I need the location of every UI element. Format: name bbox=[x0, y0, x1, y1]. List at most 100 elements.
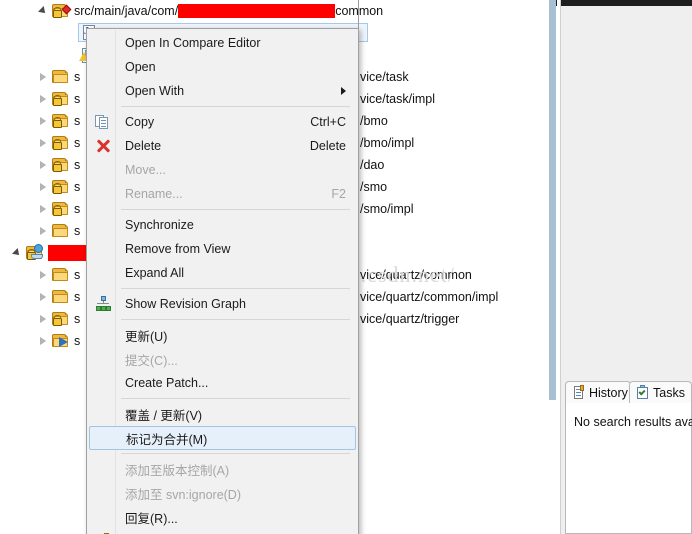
folder-locked-changed-icon bbox=[52, 4, 72, 18]
menu-item-label: 标记为合并(M) bbox=[126, 432, 208, 447]
tree-row-suffix: /bmo bbox=[360, 114, 388, 128]
redacted-block bbox=[178, 4, 336, 18]
menu-item[interactable]: Remove from View bbox=[87, 237, 358, 261]
menu-item-shortcut: Ctrl+C bbox=[310, 115, 346, 129]
tree-row-suffix: /smo bbox=[360, 180, 388, 194]
delete-icon bbox=[95, 138, 111, 154]
expand-arrow-icon[interactable] bbox=[38, 6, 49, 17]
eclipse-window: src/main/java/com/ common J J svice/task… bbox=[0, 0, 692, 534]
menu-item-shortcut: F2 bbox=[331, 187, 346, 201]
menu-item[interactable]: Copy Ctrl+C bbox=[87, 110, 358, 134]
menu-item-label: Rename... bbox=[125, 187, 183, 201]
menu-separator bbox=[121, 288, 350, 289]
expand-arrow-icon[interactable] bbox=[38, 94, 49, 105]
menu-item-label: Move... bbox=[125, 163, 166, 177]
folder-icon bbox=[52, 268, 69, 282]
tree-row-label: s bbox=[74, 290, 81, 304]
menu-item[interactable]: Open In Compare Editor bbox=[87, 31, 358, 55]
menu-item-label: Remove from View bbox=[125, 242, 231, 256]
folder-icon bbox=[52, 70, 69, 84]
expand-arrow-icon[interactable] bbox=[12, 248, 23, 259]
menu-item-label: Create Patch... bbox=[125, 376, 209, 390]
menu-item[interactable]: Delete Delete bbox=[87, 134, 358, 158]
menu-item-label: 覆盖 / 更新(V) bbox=[125, 408, 203, 423]
menu-separator bbox=[121, 319, 350, 320]
folder-locked-icon bbox=[52, 92, 69, 106]
tree-row-label: s bbox=[74, 312, 81, 326]
menu-item[interactable]: Show Revision Graph bbox=[87, 292, 358, 316]
expand-arrow-icon[interactable] bbox=[38, 138, 49, 149]
expand-arrow-icon[interactable] bbox=[38, 204, 49, 215]
menu-item-label: Synchronize bbox=[125, 218, 194, 232]
folder-icon bbox=[52, 224, 69, 238]
menu-item-label: Open bbox=[125, 60, 156, 74]
tree-row-label: src/main/java/com/ bbox=[74, 4, 179, 18]
history-icon bbox=[572, 384, 585, 400]
menu-item[interactable]: 在资源历史记录中显示(H) bbox=[87, 529, 358, 534]
folder-locked-icon bbox=[52, 180, 69, 194]
tab-tasks[interactable]: Tasks bbox=[629, 381, 692, 403]
folder-locked-icon bbox=[52, 202, 69, 216]
menu-item-label: Delete bbox=[125, 139, 162, 153]
menu-item-shortcut: Delete bbox=[309, 139, 346, 153]
menu-item[interactable]: Expand All bbox=[87, 261, 358, 285]
folder-locked-icon bbox=[52, 312, 69, 326]
no-results-message: No search results ava bbox=[574, 415, 692, 429]
tree-row-suffix: vice/quartz/common/impl bbox=[360, 290, 499, 304]
menu-item-label: 更新(U) bbox=[125, 329, 168, 344]
tasks-icon bbox=[636, 384, 649, 400]
expand-arrow-icon[interactable] bbox=[38, 116, 49, 127]
menu-item: Rename... F2 bbox=[87, 182, 358, 206]
menu-separator bbox=[121, 106, 350, 107]
expand-arrow-icon[interactable] bbox=[38, 160, 49, 171]
menu-item[interactable]: 标记为合并(M) bbox=[89, 426, 356, 450]
expand-arrow-icon[interactable] bbox=[38, 72, 49, 83]
expand-arrow-icon[interactable] bbox=[38, 314, 49, 325]
expand-arrow-icon[interactable] bbox=[38, 182, 49, 193]
tree-row-label: s bbox=[74, 268, 81, 282]
menu-item-label: Expand All bbox=[125, 266, 185, 280]
expand-arrow-icon[interactable] bbox=[38, 336, 49, 347]
menu-item: 提交(C)... bbox=[87, 347, 358, 371]
tree-row-label: s bbox=[74, 70, 81, 84]
menu-item-label: 回复(R)... bbox=[125, 511, 178, 526]
tree-row-label: s bbox=[74, 136, 81, 150]
tab-label: Tasks bbox=[653, 385, 685, 400]
expand-arrow-icon[interactable] bbox=[38, 270, 49, 281]
tab-label: History bbox=[589, 385, 628, 400]
tree-row-suffix: common bbox=[335, 4, 384, 18]
right-panel-body: No search results ava bbox=[565, 403, 692, 534]
menu-item[interactable]: Create Patch... bbox=[87, 371, 358, 395]
folder-locked-icon bbox=[52, 158, 69, 172]
project-folder-icon bbox=[26, 244, 43, 260]
menu-item[interactable]: Open With bbox=[87, 79, 358, 103]
tree-row-label: s bbox=[74, 224, 81, 238]
right-panel-tabstrip: History Tasks bbox=[565, 381, 692, 403]
menu-item-label: Open With bbox=[125, 84, 185, 98]
menu-item-label: 添加至版本控制(A) bbox=[125, 463, 230, 478]
scrollbar-thumb[interactable] bbox=[549, 0, 556, 400]
tree-row-label: s bbox=[74, 114, 81, 128]
tree-row-root[interactable]: src/main/java/com/ common bbox=[0, 0, 547, 22]
menu-item-label: 添加至 svn:ignore(D) bbox=[125, 487, 241, 502]
tree-row-label: s bbox=[74, 180, 81, 194]
menu-item[interactable]: Open bbox=[87, 55, 358, 79]
copy-icon bbox=[95, 114, 111, 130]
menu-item-label: Open In Compare Editor bbox=[125, 36, 261, 50]
context-menu[interactable]: Open In Compare Editor Open Open With Copy C… bbox=[86, 28, 359, 534]
expand-arrow-icon[interactable] bbox=[38, 226, 49, 237]
tab-history[interactable]: History bbox=[565, 381, 631, 403]
tree-row-label: s bbox=[74, 92, 81, 106]
menu-item[interactable]: 回复(R)... bbox=[87, 505, 358, 529]
menu-separator bbox=[121, 398, 350, 399]
revision-graph-icon bbox=[95, 296, 111, 312]
menu-item[interactable]: Synchronize bbox=[87, 213, 358, 237]
tree-vertical-scrollbar[interactable] bbox=[549, 0, 556, 534]
folder-blue-icon bbox=[52, 334, 69, 348]
menu-separator bbox=[121, 209, 350, 210]
menu-item[interactable]: 覆盖 / 更新(V) bbox=[87, 402, 358, 426]
expand-arrow-icon[interactable] bbox=[38, 292, 49, 303]
menu-item[interactable]: 更新(U) bbox=[87, 323, 358, 347]
menu-item-label: Show Revision Graph bbox=[125, 297, 246, 311]
tree-row-suffix: vice/task/impl bbox=[360, 92, 436, 106]
